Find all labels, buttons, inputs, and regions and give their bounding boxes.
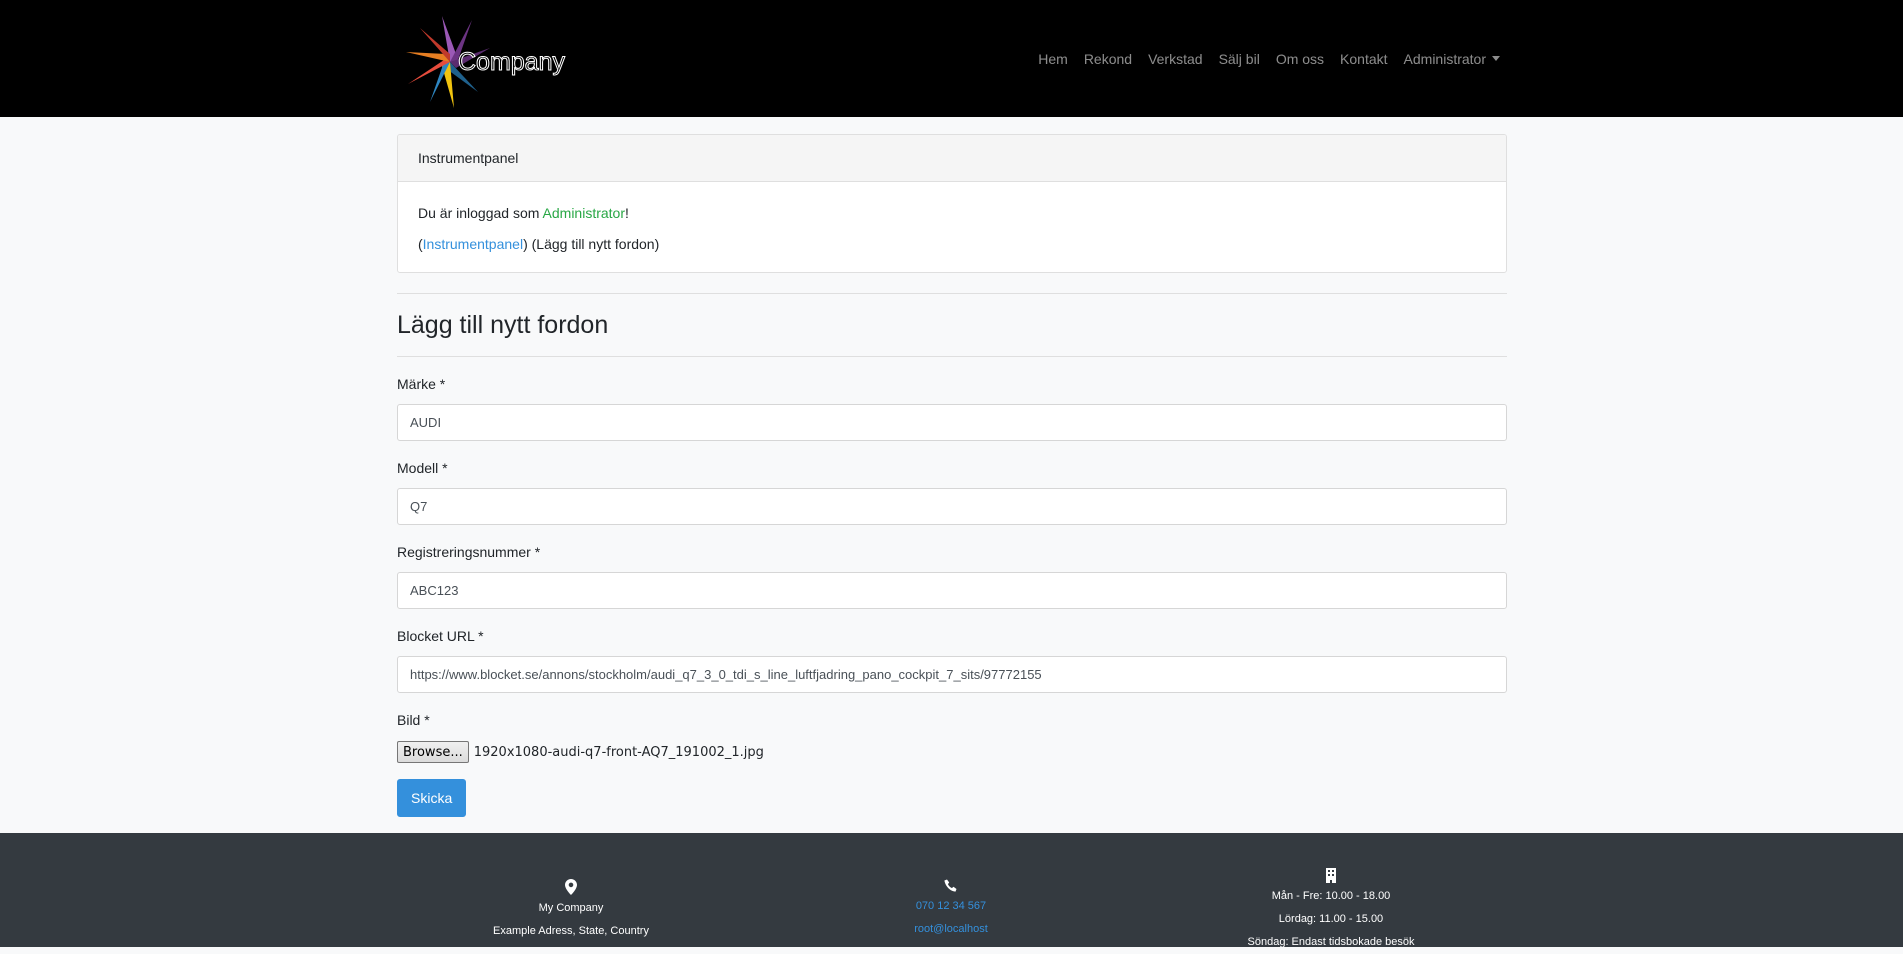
breadcrumb-dashboard-link[interactable]: Instrumentpanel xyxy=(423,236,523,252)
footer-contact: 070 12 34 567 root@localhost xyxy=(766,879,1136,941)
footer: My Company Example Adress, State, Countr… xyxy=(0,833,1903,948)
model-label: Modell * xyxy=(397,460,448,476)
email-link[interactable]: root@localhost xyxy=(766,918,1136,941)
admin-dropdown[interactable]: Administrator xyxy=(1404,51,1500,67)
divider xyxy=(397,293,1507,294)
breadcrumb-current: ) (Lägg till nytt fordon) xyxy=(523,236,660,252)
blocket-url-label: Blocket URL * xyxy=(397,628,484,644)
company-address: Example Adress, State, Country xyxy=(493,925,649,937)
reg-number-input[interactable] xyxy=(397,572,1507,609)
submit-button[interactable]: Skicka xyxy=(397,779,467,817)
hours-weekdays: Mån - Fre: 10.00 - 18.00 xyxy=(1271,890,1391,902)
file-input: Browse... 1920x1080-audi-q7-front-AQ7_19… xyxy=(397,741,764,763)
brand-label: Märke * xyxy=(397,376,446,392)
breadcrumb: (Instrumentpanel) (Lägg till nytt fordon… xyxy=(418,229,1486,260)
chevron-down-icon xyxy=(1492,56,1500,61)
nav-item-verkstad[interactable]: Verkstad xyxy=(1148,51,1202,67)
image-label: Bild * xyxy=(397,712,430,728)
hours-saturday: Lördag: 11.00 - 15.00 xyxy=(1278,913,1384,925)
phone-link[interactable]: 070 12 34 567 xyxy=(766,895,1136,918)
admin-dropdown-label: Administrator xyxy=(1403,50,1486,67)
card-header: Instrumentpanel xyxy=(398,135,1506,182)
card-body: Du är inloggad som Administrator! (Instr… xyxy=(398,182,1506,272)
navbar: Company Hem Rekond Verkstad Sälj bil Om … xyxy=(0,0,1903,117)
footer-hours: Mån - Fre: 10.00 - 18.00 Lördag: 11.00 -… xyxy=(1146,868,1516,954)
dashboard-card: Instrumentpanel Du är inloggad som Admin… xyxy=(397,134,1507,273)
nav-item-rekond[interactable]: Rekond xyxy=(1084,51,1132,67)
browse-button[interactable]: Browse... xyxy=(397,741,469,763)
reg-number-label: Registreringsnummer * xyxy=(397,544,541,560)
map-pin-icon xyxy=(565,879,577,895)
brand-input[interactable] xyxy=(397,404,1507,441)
main-nav: Hem Rekond Verkstad Sälj bil Om oss Kont… xyxy=(1038,0,1500,117)
nav-item-kontakt[interactable]: Kontakt xyxy=(1340,51,1387,67)
footer-address: My Company Example Adress, State, Countr… xyxy=(386,879,756,943)
login-status-suffix: ! xyxy=(625,205,629,221)
svg-text:Company: Company xyxy=(458,48,565,76)
user-role: Administrator xyxy=(542,205,625,221)
hours-sunday: Söndag: Endast tidsbokade besök xyxy=(1247,936,1415,948)
phone-icon xyxy=(944,879,957,892)
nav-item-om-oss[interactable]: Om oss xyxy=(1276,51,1324,67)
nav-item-salj-bil[interactable]: Sälj bil xyxy=(1219,51,1260,67)
login-status: Du är inloggad som Administrator! xyxy=(418,198,1486,229)
login-status-prefix: Du är inloggad som xyxy=(418,205,543,221)
company-logo[interactable]: Company xyxy=(398,10,573,108)
blocket-url-input[interactable] xyxy=(397,656,1507,693)
selected-file-name: 1920x1080-audi-q7-front-AQ7_191002_1.jpg xyxy=(473,744,764,760)
model-input[interactable] xyxy=(397,488,1507,525)
divider xyxy=(397,356,1507,357)
company-name: My Company xyxy=(538,902,604,914)
nav-item-hem[interactable]: Hem xyxy=(1038,51,1068,67)
page-title: Lägg till nytt fordon xyxy=(397,311,609,339)
building-icon xyxy=(1326,868,1336,883)
